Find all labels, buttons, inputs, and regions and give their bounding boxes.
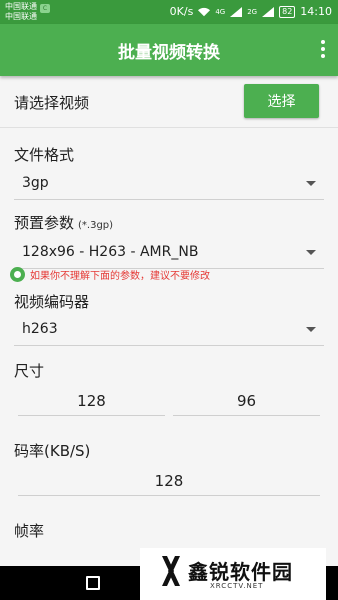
carrier-2: 中国联通 — [5, 12, 37, 21]
bitrate-input[interactable]: 128 — [18, 466, 320, 496]
recents-icon[interactable] — [86, 576, 100, 590]
sim-icon: C — [40, 4, 50, 13]
watermark-subtext: XRCCTV.NET — [210, 582, 264, 590]
x-logo-icon — [162, 556, 180, 586]
select-button[interactable]: 选择 — [244, 84, 319, 118]
network-type-2: 2G — [247, 8, 258, 16]
signal-icon-1 — [230, 7, 243, 17]
encoder-spinner[interactable]: h263 — [14, 314, 324, 346]
preset-label-text: 预置参数 — [14, 214, 75, 232]
network-type-1: 4G — [215, 8, 226, 16]
watermark-text: 鑫锐软件园 — [188, 560, 293, 584]
encoder-label: 视频编码器 — [14, 293, 90, 311]
carrier-1: 中国联通 — [5, 2, 37, 11]
size-label: 尺寸 — [14, 362, 45, 380]
warning-row: 如果你不理解下面的参数，建议不要修改 — [10, 267, 210, 282]
dropdown-arrow-icon — [306, 250, 316, 255]
dropdown-arrow-icon — [306, 181, 316, 186]
format-label: 文件格式 — [14, 146, 75, 164]
bitrate-label: 码率(KB/S) — [14, 442, 91, 460]
select-video-label: 请选择视频 — [14, 94, 90, 112]
app-toolbar: 批量视频转换 — [0, 24, 338, 76]
warning-text: 如果你不理解下面的参数，建议不要修改 — [30, 271, 210, 282]
encoder-value: h263 — [22, 321, 58, 337]
main-content: 请选择视频 选择 文件格式 3gp 预置参数 (*.3gp) 128x96 - H… — [0, 76, 338, 540]
warning-icon — [10, 267, 25, 282]
page-title: 批量视频转换 — [118, 43, 220, 63]
net-speed: 0K/s — [169, 5, 194, 18]
preset-hint: (*.3gp) — [78, 220, 114, 231]
preset-spinner[interactable]: 128x96 - H263 - AMR_NB — [14, 237, 324, 269]
format-value: 3gp — [22, 175, 49, 191]
signal-icon-2 — [262, 7, 275, 17]
format-spinner[interactable]: 3gp — [14, 168, 324, 200]
battery-icon: 82 — [279, 6, 296, 18]
dropdown-arrow-icon — [306, 327, 316, 332]
height-input[interactable]: 96 — [173, 386, 320, 416]
more-vert-icon[interactable] — [320, 40, 326, 60]
width-input[interactable]: 128 — [18, 386, 165, 416]
status-right: 0K/s 4G 2G 82 14:10 — [170, 4, 332, 20]
preset-value: 128x96 - H263 - AMR_NB — [22, 244, 199, 260]
preset-label: 预置参数 (*.3gp) — [14, 212, 113, 233]
clock: 14:10 — [300, 5, 332, 18]
status-bar: 中国联通 中国联通 C 0K/s 4G 2G 82 14:10 — [0, 0, 338, 24]
watermark-logo: 鑫锐软件园 XRCCTV.NET — [140, 548, 326, 600]
carrier-info: 中国联通 中国联通 — [5, 2, 37, 22]
wifi-icon — [198, 7, 211, 17]
framerate-label: 帧率 — [14, 522, 45, 540]
select-video-row: 请选择视频 选择 — [0, 76, 338, 128]
